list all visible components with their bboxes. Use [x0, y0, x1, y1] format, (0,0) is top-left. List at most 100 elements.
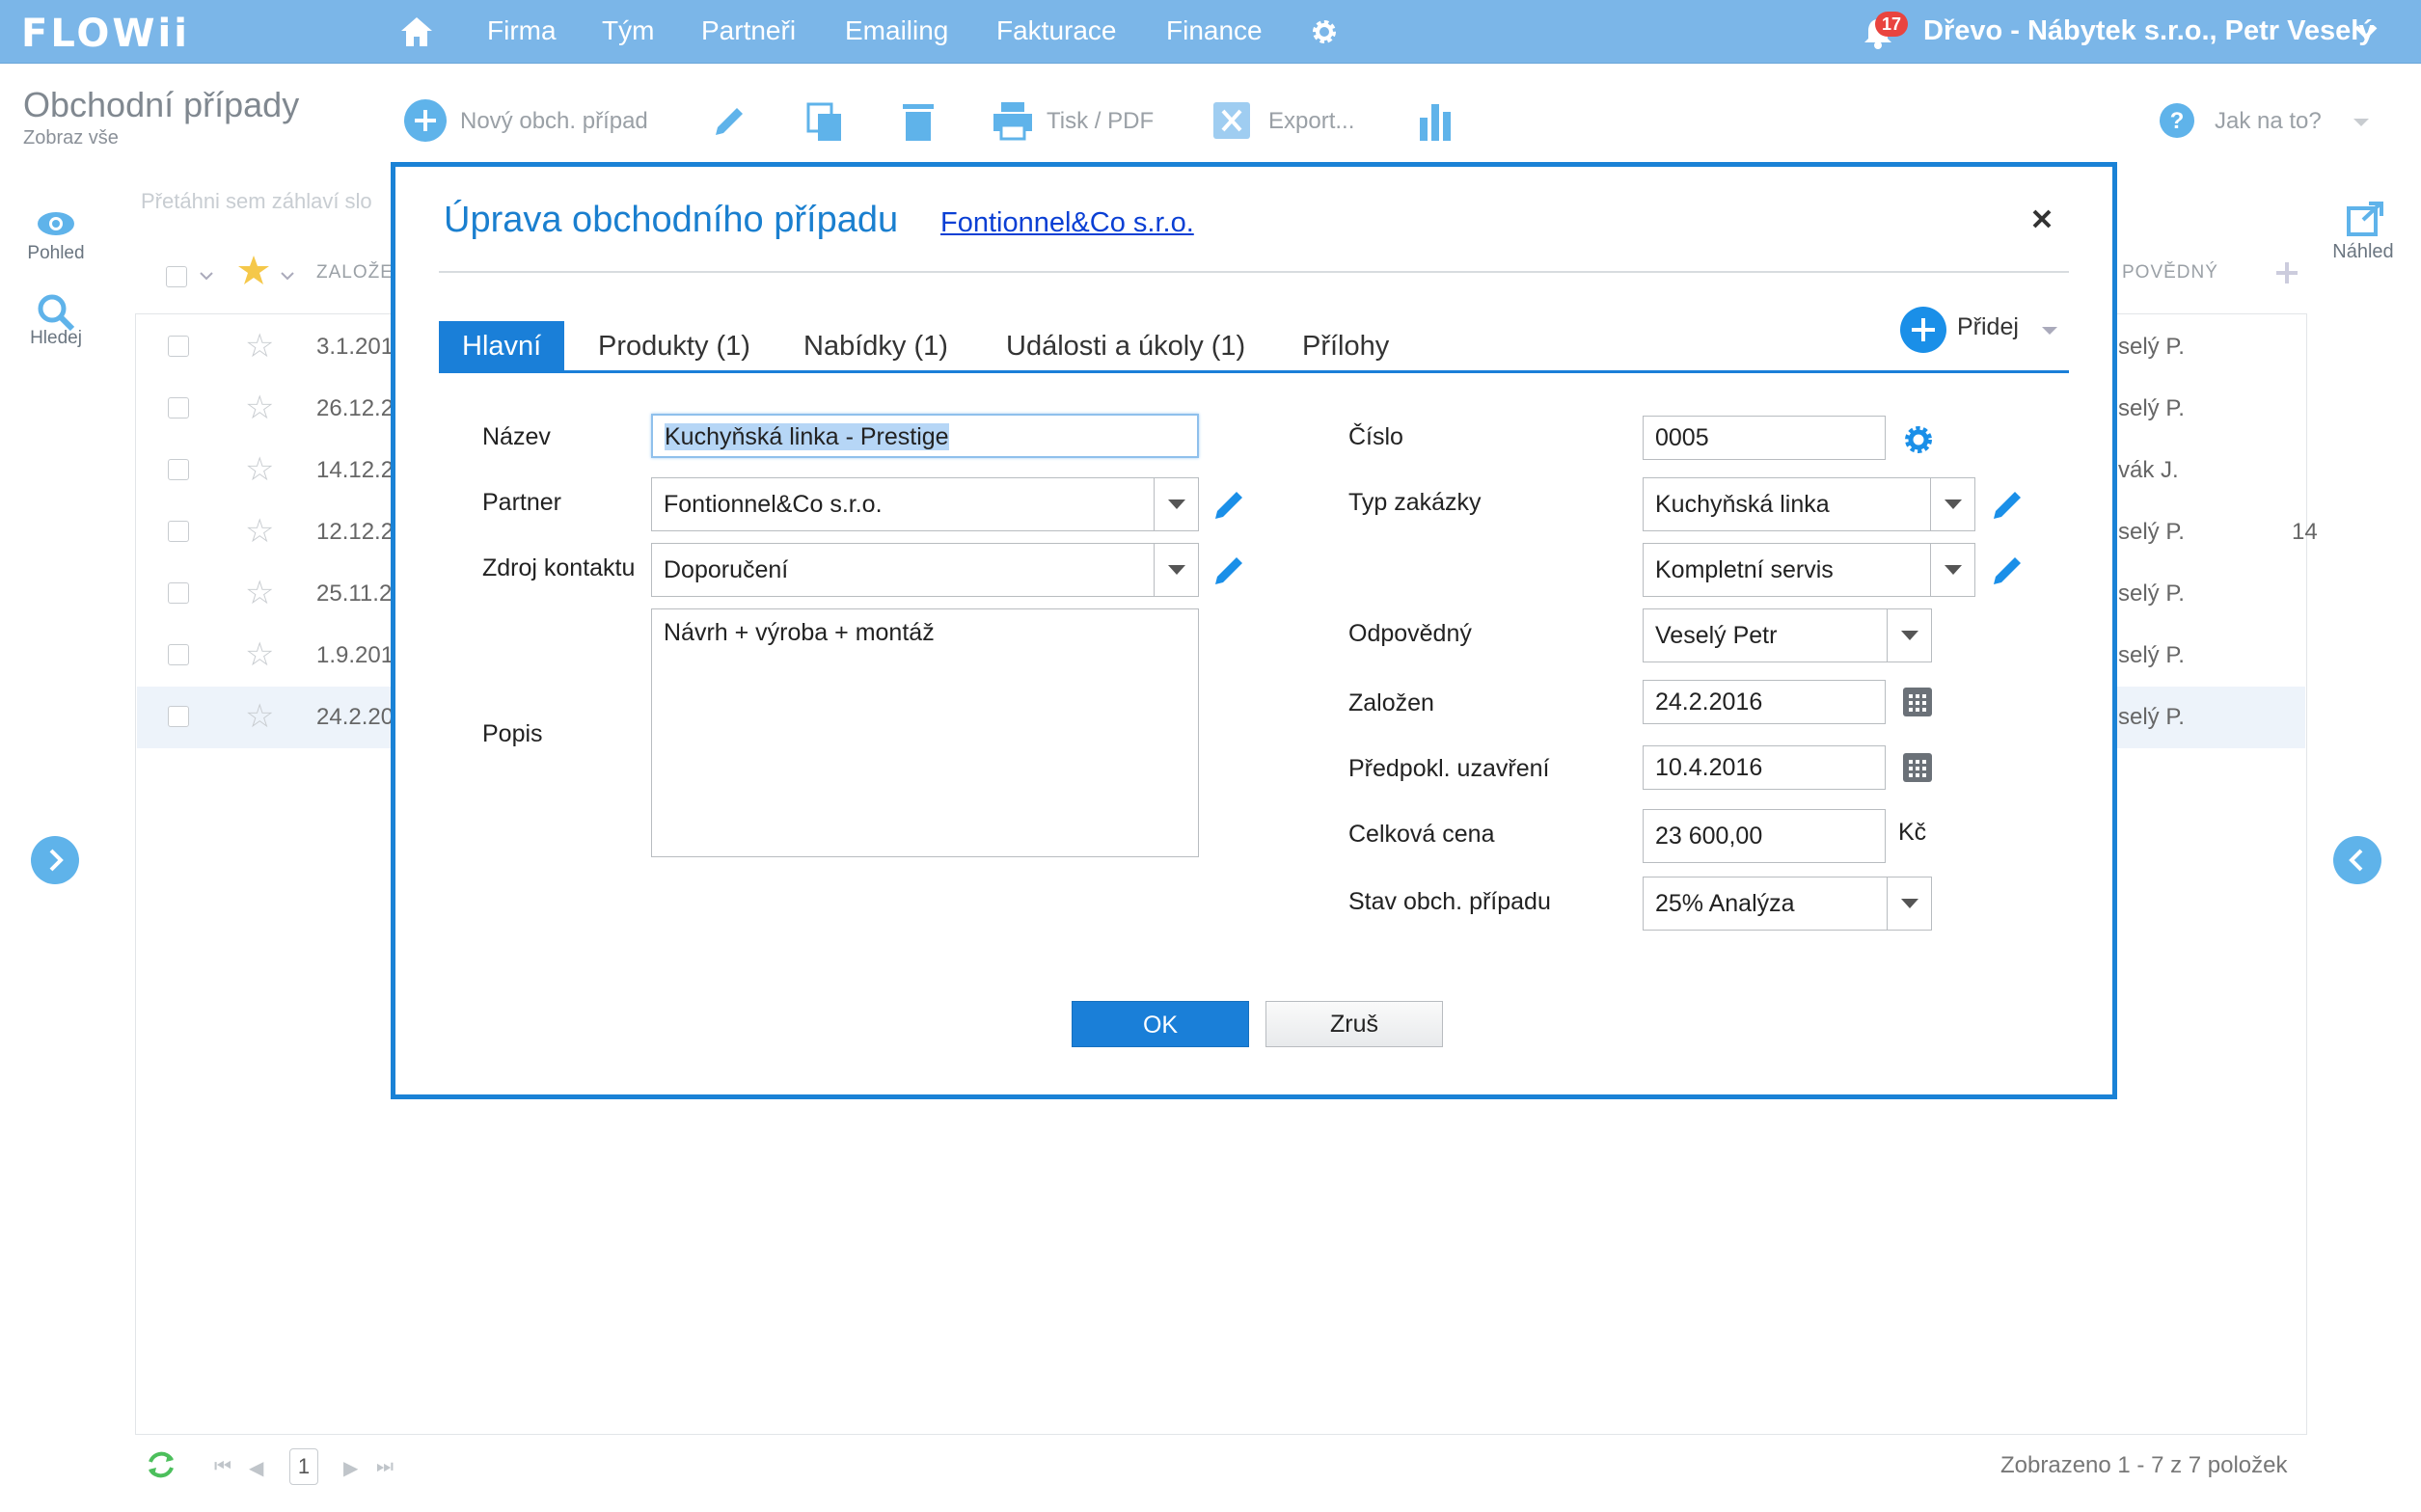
nav-firma[interactable]: Firma	[487, 15, 557, 46]
external-link-icon[interactable]	[2346, 201, 2384, 237]
row-owner: selý P.	[2118, 519, 2185, 545]
add-column-icon[interactable]	[2274, 260, 2299, 285]
edit-pencil-icon[interactable]	[710, 102, 748, 141]
star-outline-icon[interactable]: ☆	[245, 515, 274, 548]
eye-icon[interactable]	[37, 210, 75, 237]
nav-tym[interactable]: Tým	[602, 15, 654, 46]
select-all-checkbox[interactable]	[166, 266, 187, 287]
trash-icon[interactable]	[901, 100, 936, 143]
dropdown-button[interactable]	[1154, 478, 1198, 530]
row-checkbox[interactable]	[168, 459, 189, 480]
deal-state-select[interactable]: 25% Analýza	[1643, 877, 1932, 931]
gear-icon[interactable]	[1902, 423, 1935, 456]
tab-offers[interactable]: Nabídky (1)	[803, 321, 948, 371]
nav-emailing[interactable]: Emailing	[845, 15, 948, 46]
tab-products[interactable]: Produkty (1)	[598, 321, 750, 371]
nav-fakturace[interactable]: Fakturace	[996, 15, 1117, 46]
new-deal-button[interactable]: Nový obch. případ	[460, 108, 648, 135]
order-type-select[interactable]: Kuchyňská linka	[1643, 477, 1975, 531]
column-owner[interactable]: POVĚDNÝ	[2122, 262, 2218, 284]
edit-pencil-icon[interactable]	[1989, 551, 2027, 589]
cancel-button[interactable]: Zruš	[1265, 1001, 1443, 1047]
edit-pencil-icon[interactable]	[1210, 485, 1249, 524]
tab-events-tasks[interactable]: Události a úkoly (1)	[1006, 321, 1245, 371]
chevron-down-icon[interactable]	[2353, 21, 2379, 42]
total-price-field[interactable]: 23 600,00	[1643, 809, 1886, 863]
order-subtype-select[interactable]: Kompletní servis	[1643, 543, 1975, 597]
company-user-menu[interactable]: Dřevo - Nábytek s.r.o., Petr Veselý	[1923, 15, 2374, 47]
add-circle-icon[interactable]	[1900, 307, 1946, 353]
caret-down-icon[interactable]	[2352, 116, 2371, 129]
add-circle-icon[interactable]	[403, 98, 448, 143]
first-page-icon[interactable]: ⏮	[214, 1456, 231, 1478]
star-outline-icon[interactable]: ☆	[245, 577, 274, 609]
help-button[interactable]: Jak na to?	[2215, 108, 2322, 135]
sidebar-preview[interactable]: Náhled	[2325, 241, 2402, 263]
name-field[interactable]: Kuchyňská linka - Prestige	[651, 414, 1199, 458]
owner-select[interactable]: Veselý Petr	[1643, 608, 1932, 662]
row-checkbox[interactable]	[168, 644, 189, 665]
partner-select[interactable]: Fontionnel&Co s.r.o.	[651, 477, 1199, 531]
page-number[interactable]: 1	[289, 1448, 318, 1485]
ok-button[interactable]: OK	[1072, 1001, 1249, 1047]
row-checkbox[interactable]	[168, 582, 189, 604]
dropdown-button[interactable]	[1154, 544, 1198, 596]
dropdown-button[interactable]	[1930, 478, 1974, 530]
star-outline-icon[interactable]: ☆	[245, 700, 274, 733]
refresh-icon[interactable]	[145, 1448, 177, 1481]
edit-pencil-icon[interactable]	[1210, 551, 1249, 589]
dropdown-button[interactable]	[1887, 878, 1931, 930]
printer-icon[interactable]	[992, 100, 1034, 141]
calendar-icon[interactable]	[1903, 753, 1932, 782]
dropdown-button[interactable]	[1887, 609, 1931, 662]
expected-close-field[interactable]: 10.4.2016	[1643, 745, 1886, 790]
calendar-icon[interactable]	[1903, 688, 1932, 716]
source-select[interactable]: Doporučení	[651, 543, 1199, 597]
chevron-down-icon[interactable]	[280, 270, 295, 282]
dropdown-button[interactable]	[1930, 544, 1974, 596]
number-label: Číslo	[1348, 423, 1403, 450]
star-outline-icon[interactable]: ☆	[245, 453, 274, 486]
star-outline-icon[interactable]: ☆	[245, 392, 274, 424]
row-checkbox[interactable]	[168, 706, 189, 727]
row-owner: selý P.	[2118, 334, 2185, 360]
star-outline-icon[interactable]: ☆	[245, 638, 274, 671]
print-pdf-button[interactable]: Tisk / PDF	[1047, 108, 1154, 135]
column-created[interactable]: ZALOŽE	[316, 262, 394, 284]
next-page-icon[interactable]: ▶	[343, 1456, 358, 1480]
description-textarea[interactable]: Návrh + výroba + montáž	[651, 608, 1199, 857]
last-page-icon[interactable]: ⏭	[376, 1456, 394, 1478]
prev-page-icon[interactable]: ◀	[249, 1456, 263, 1480]
collapse-right-button[interactable]	[2333, 836, 2381, 884]
chart-bars-icon[interactable]	[1418, 100, 1453, 141]
partner-link[interactable]: Fontionnel&Co s.r.o.	[940, 207, 1194, 239]
edit-pencil-icon[interactable]	[1989, 485, 2027, 524]
home-icon[interactable]	[399, 15, 434, 48]
tab-main[interactable]: Hlavní	[439, 321, 565, 371]
copy-icon[interactable]	[804, 100, 845, 143]
page-subtitle-filter[interactable]: Zobraz vše	[23, 127, 119, 149]
excel-export-icon[interactable]	[1211, 100, 1252, 141]
chevron-down-icon[interactable]	[199, 270, 214, 282]
row-checkbox[interactable]	[168, 336, 189, 357]
nav-finance[interactable]: Finance	[1166, 15, 1263, 46]
tab-attachments[interactable]: Přílohy	[1302, 321, 1389, 371]
settings-gear-icon[interactable]	[1309, 16, 1340, 47]
number-field[interactable]: 0005	[1643, 416, 1886, 460]
add-button[interactable]: Přidej	[1957, 313, 2019, 341]
row-checkbox[interactable]	[168, 521, 189, 542]
flowii-logo[interactable]: FLOWii	[21, 12, 190, 56]
sidebar-search[interactable]: Hledej	[17, 328, 95, 349]
help-icon[interactable]: ?	[2159, 102, 2195, 139]
close-icon[interactable]	[2028, 205, 2055, 232]
star-filled-icon[interactable]	[237, 255, 270, 285]
export-button[interactable]: Export...	[1268, 108, 1354, 135]
row-checkbox[interactable]	[168, 397, 189, 418]
search-icon[interactable]	[37, 293, 75, 332]
nav-partneri[interactable]: Partneři	[701, 15, 796, 46]
sidebar-view[interactable]: Pohled	[17, 243, 95, 264]
created-date-field[interactable]: 24.2.2016	[1643, 680, 1886, 724]
expand-left-button[interactable]	[31, 836, 79, 884]
star-outline-icon[interactable]: ☆	[245, 330, 274, 363]
caret-down-icon[interactable]	[2040, 324, 2059, 338]
